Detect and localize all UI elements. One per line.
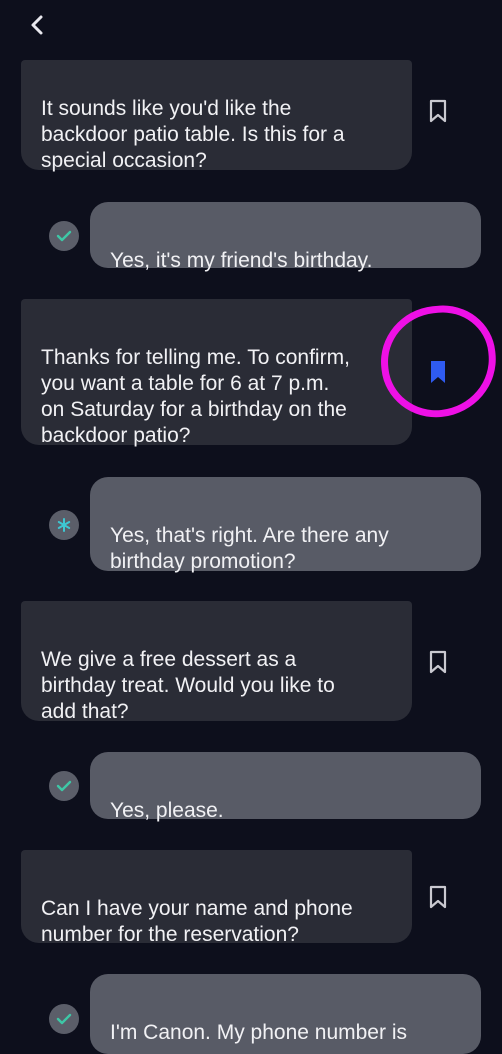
asterisk-icon: [57, 518, 71, 532]
check-icon: [56, 780, 72, 792]
user-message: Yes, please.: [90, 752, 481, 822]
bookmark-button[interactable]: [425, 96, 451, 126]
bot-message: Can I have your name and phone number fo…: [21, 850, 412, 946]
check-icon: [56, 1013, 72, 1025]
bookmark-outline-icon: [429, 885, 447, 909]
bot-message: It sounds like you'd like the backdoor p…: [21, 60, 412, 172]
user-message: Yes, that's right. Are there any birthda…: [90, 477, 481, 573]
message-text: I'm Canon. My phone number is: [110, 1021, 407, 1044]
message-text: It sounds like you'd like the backdoor p…: [41, 97, 345, 172]
message-text: Yes, please.: [110, 799, 224, 822]
back-button[interactable]: [22, 10, 52, 40]
bot-message: We give a free dessert as a birthday tre…: [21, 601, 412, 723]
message-text: Yes, it's my friend's birthday.: [110, 249, 373, 272]
pending-status: [49, 510, 79, 540]
bookmark-button[interactable]: [425, 882, 451, 912]
message-text: We give a free dessert as a birthday tre…: [41, 648, 335, 723]
sent-status: [49, 221, 79, 251]
user-message: I'm Canon. My phone number is: [90, 974, 481, 1054]
sent-status: [49, 1004, 79, 1034]
bot-message: Thanks for telling me. To confirm, you w…: [21, 299, 412, 447]
bookmark-outline-icon: [429, 99, 447, 123]
user-message: Yes, it's my friend's birthday.: [90, 202, 481, 272]
bookmark-outline-icon: [429, 650, 447, 674]
bookmark-button[interactable]: [425, 647, 451, 677]
message-text: Yes, that's right. Are there any birthda…: [110, 524, 389, 573]
sent-status: [49, 771, 79, 801]
message-text: Can I have your name and phone number fo…: [41, 897, 353, 946]
check-icon: [56, 230, 72, 242]
chevron-left-icon: [31, 15, 43, 35]
message-text: Thanks for telling me. To confirm, you w…: [41, 346, 350, 447]
